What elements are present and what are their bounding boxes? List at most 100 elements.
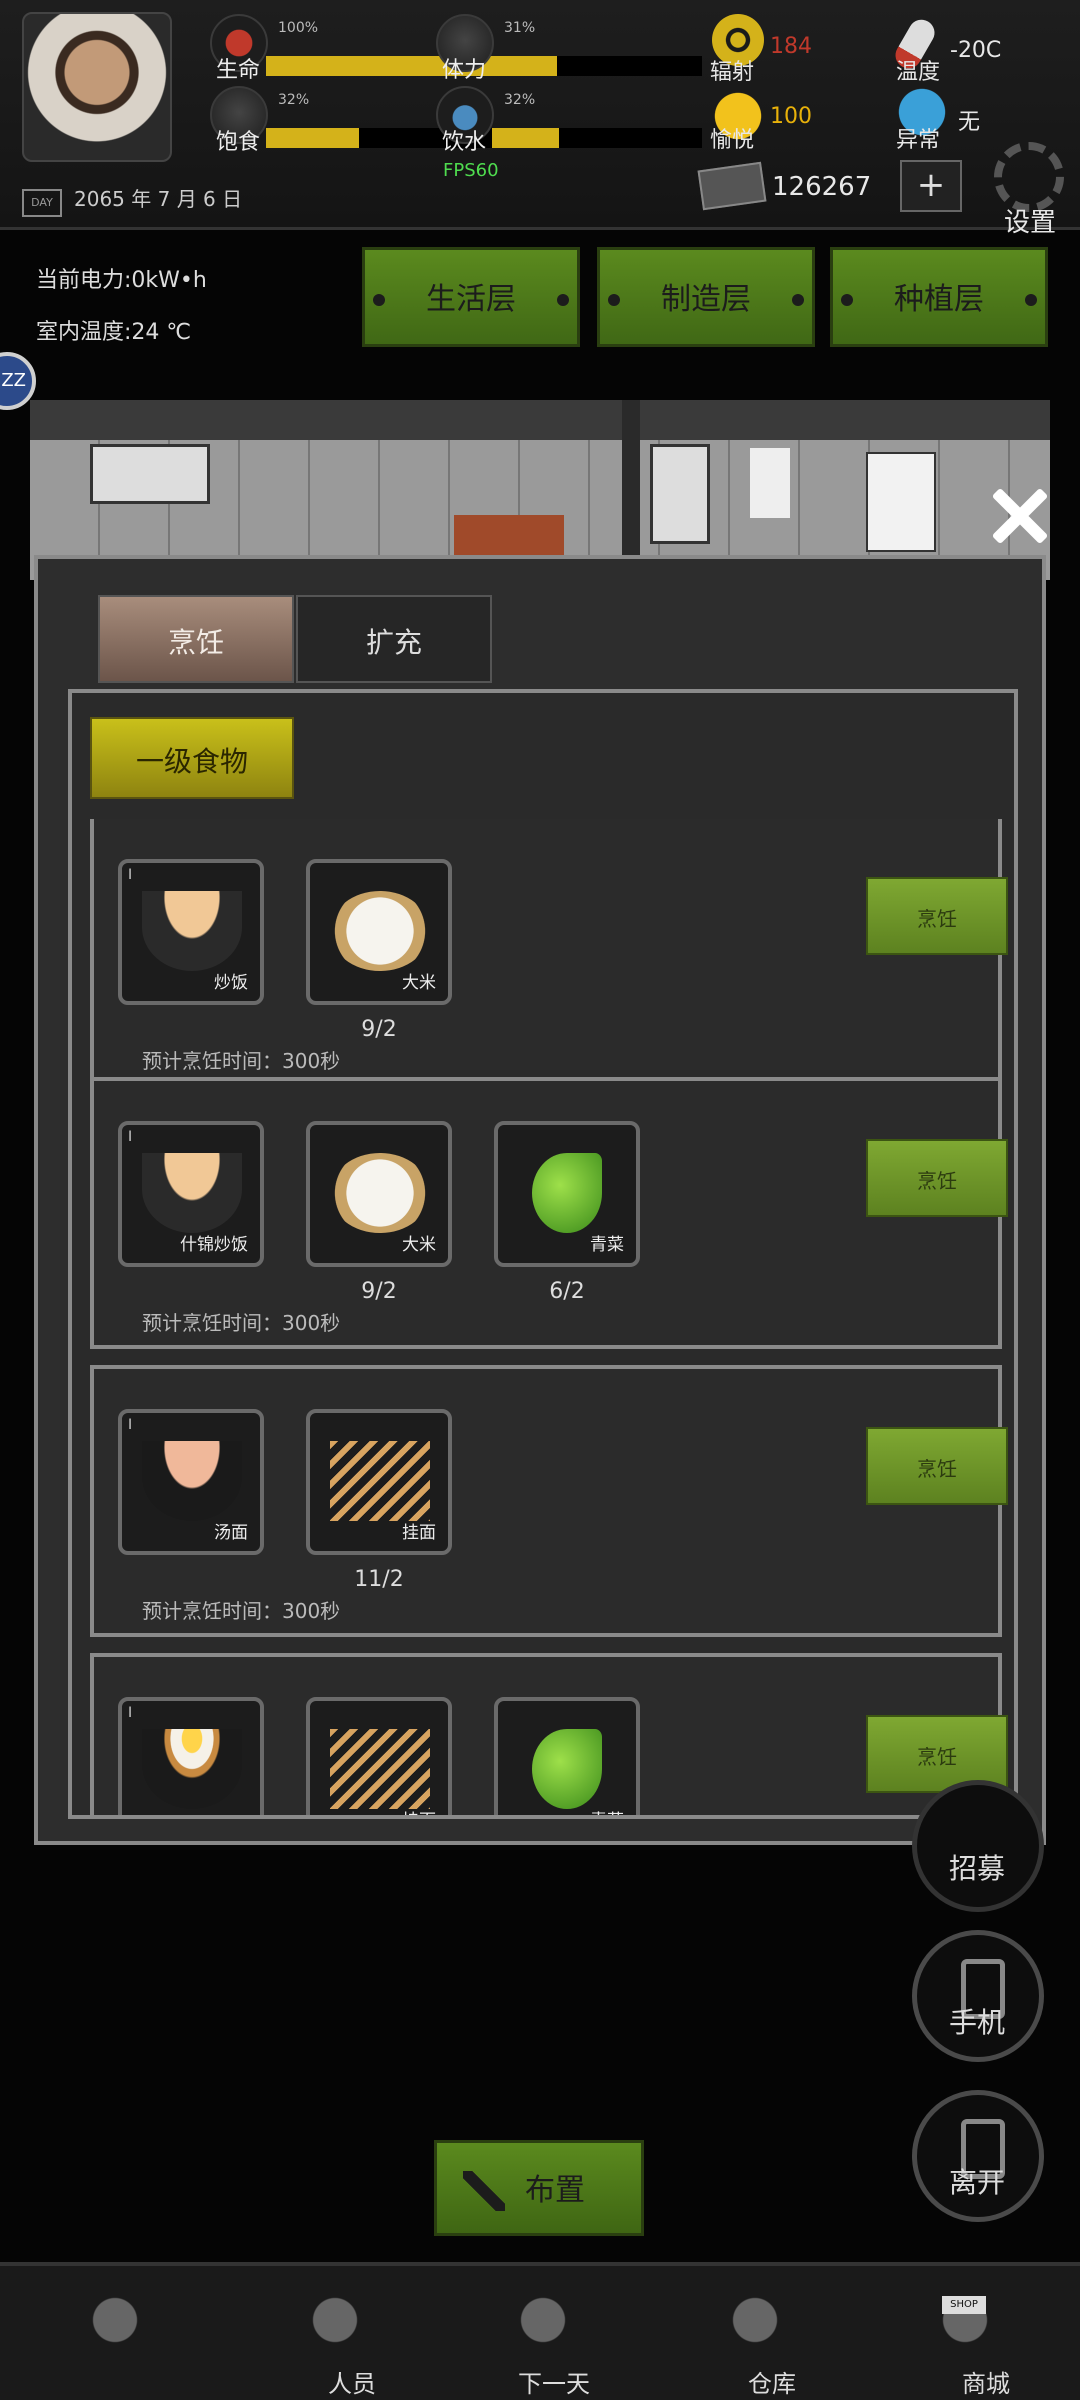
ingredient-name: 大米 (402, 1235, 436, 1255)
satiety-label: 饱食 (216, 130, 261, 155)
rice-icon (330, 1153, 430, 1233)
abnormal-value: 无 (958, 110, 981, 135)
ingredient-qty: 9/2 (361, 1017, 397, 1042)
cook-time: 预计烹饪时间：300秒 (142, 1311, 341, 1335)
nav-next-day[interactable]: 下一天 (448, 2274, 648, 2400)
phone-label: 手机 (949, 2006, 1006, 2039)
hammer-icon (463, 2171, 505, 2211)
dish-slot[interactable]: I 什锦炒饭 (118, 1121, 264, 1267)
ingredient-name: 挂面 (402, 1523, 436, 1543)
dish-name: 炒饭 (214, 973, 248, 993)
dish-slot[interactable]: I 炒饭 (118, 859, 264, 1005)
recipe-card: I 汤面 挂面 11/2 预计烹饪时间：300秒 烹饪 (90, 1365, 1008, 1637)
radiation-label: 辐射 (710, 60, 755, 85)
player-avatar[interactable] (22, 12, 172, 162)
bok-choy-icon (532, 1729, 602, 1809)
tab-expand[interactable]: 扩充 (296, 595, 492, 683)
ingredient-slot[interactable]: 挂面 (306, 1409, 452, 1555)
layer-planting-button[interactable]: 种植层 (830, 247, 1048, 347)
shower[interactable] (866, 452, 936, 552)
radiation-value: 184 (770, 34, 812, 59)
dish-slot[interactable]: I 汤面 (118, 1409, 264, 1555)
rice-icon (330, 891, 430, 971)
happiness-value: 100 (770, 104, 812, 129)
recipe-card: I 挂面 青菜 烹饪 (90, 1653, 1008, 1815)
ingredient-slot[interactable]: 青菜 (494, 1697, 640, 1815)
noodle-soup-icon (142, 1441, 242, 1521)
egg-noodle-icon (142, 1729, 242, 1809)
place-label: 布置 (525, 2173, 585, 2208)
ingredient-name: 青菜 (590, 1235, 624, 1255)
warehouse-icon (710, 2284, 800, 2364)
people-icon (290, 2284, 380, 2364)
cook-button[interactable]: 烹饪 (866, 877, 1008, 955)
nav-locked[interactable] (20, 2274, 220, 2400)
cook-time: 预计烹饪时间：300秒 (142, 1599, 341, 1623)
nav-warehouse[interactable]: 仓库 (660, 2274, 860, 2400)
ingredient-slot[interactable]: 青菜 (494, 1121, 640, 1267)
settings-label: 设置 (1004, 208, 1057, 238)
layer-crafting-button[interactable]: 制造层 (597, 247, 815, 347)
noodles-icon (330, 1441, 430, 1521)
ingredient-name: 大米 (402, 973, 436, 993)
ingredient-slot[interactable]: 大米 (306, 859, 452, 1005)
nav-shop-label: 商城 (962, 2370, 1010, 2398)
recipe-card: I 什锦炒饭 大米 9/2 青菜 6/2 预计烹饪时间：300秒 烹饪 (90, 1077, 1008, 1349)
nav-shop[interactable]: 商城 (870, 2274, 1070, 2400)
layer-living-button[interactable]: 生活层 (362, 247, 580, 347)
status-hud: 100% 生命 32% 饱食 31% 体力 32% 饮水 FPS60 辐射 18… (0, 0, 1080, 238)
room-status: 当前电力:0kW•h 室内温度:24 ℃ (36, 255, 207, 359)
recipe-card: I 炒饭 大米 9/2 预计烹饪时间：300秒 烹饪 (90, 819, 1008, 1091)
ingredient-slot[interactable]: 挂面 (306, 1697, 452, 1815)
cook-button[interactable]: 烹饪 (866, 1427, 1008, 1505)
fried-rice-icon (142, 891, 242, 971)
temperature-value: -20C (950, 38, 1002, 63)
bottom-nav: 人员 下一天 仓库 商城 (0, 2262, 1080, 2400)
tab-cooking[interactable]: 烹饪 (98, 595, 294, 683)
ingredient-name: 青菜 (590, 1806, 624, 1815)
kitchen-stove[interactable] (90, 444, 210, 504)
indoor-temp-readout: 室内温度:24 ℃ (36, 320, 192, 345)
health-percent: 100% (278, 20, 319, 36)
toilet[interactable] (750, 448, 790, 518)
exit-button[interactable]: 离开 (912, 2090, 1044, 2222)
cook-time: 预计烹饪时间：300秒 (142, 1049, 341, 1073)
place-button[interactable]: 布置 (434, 2140, 644, 2236)
water-bar (492, 128, 702, 148)
level-tag: 一级食物 (90, 717, 294, 799)
ingredient-qty: 9/2 (361, 1279, 397, 1304)
add-money-button[interactable]: + (900, 160, 962, 212)
recipe-list[interactable]: 一级食物 I 炒饭 大米 9/2 预计烹饪时间：300秒 烹饪 I 什锦炒饭 大… (68, 689, 1018, 1819)
noodles-icon (330, 1729, 430, 1809)
power-readout: 当前电力:0kW•h (36, 268, 207, 293)
washing-machine[interactable] (650, 444, 710, 544)
ingredient-name: 挂面 (402, 1806, 436, 1815)
ingredient-slot[interactable]: 大米 (306, 1121, 452, 1267)
health-label: 生命 (216, 58, 261, 83)
cooking-panel: 烹饪 扩充 一级食物 I 炒饭 大米 9/2 预计烹饪时间：300秒 烹饪 I … (34, 555, 1046, 1845)
ingredient-qty: 6/2 (549, 1279, 585, 1304)
nav-people-label: 人员 (328, 2370, 376, 2398)
nav-next-day-label: 下一天 (518, 2370, 590, 2398)
dish-name: 汤面 (214, 1523, 248, 1543)
stamina-bar (492, 56, 702, 76)
cook-button[interactable]: 烹饪 (866, 1139, 1008, 1217)
bok-choy-icon (532, 1153, 602, 1233)
money-value: 126267 (772, 172, 872, 202)
recruit-label: 招募 (949, 1852, 1006, 1885)
satiety-percent: 32% (278, 92, 310, 108)
water-percent: 32% (504, 92, 536, 108)
nav-warehouse-label: 仓库 (748, 2370, 796, 2398)
settings-button[interactable]: 设置 (980, 140, 1072, 240)
mixed-fried-rice-icon (142, 1153, 242, 1233)
day-icon: DAY (22, 189, 62, 217)
close-button[interactable] (990, 485, 1050, 545)
stamina-percent: 31% (504, 20, 536, 36)
shelter-scene (30, 400, 1050, 580)
date-text: 2065 年 7 月 6 日 (74, 187, 243, 211)
cash-icon (697, 161, 767, 211)
phone-button[interactable]: 手机 (912, 1930, 1044, 2062)
dish-slot[interactable]: I (118, 1697, 264, 1815)
recruit-button[interactable]: 招募 (912, 1780, 1044, 1912)
nav-people[interactable]: 人员 (240, 2274, 440, 2400)
